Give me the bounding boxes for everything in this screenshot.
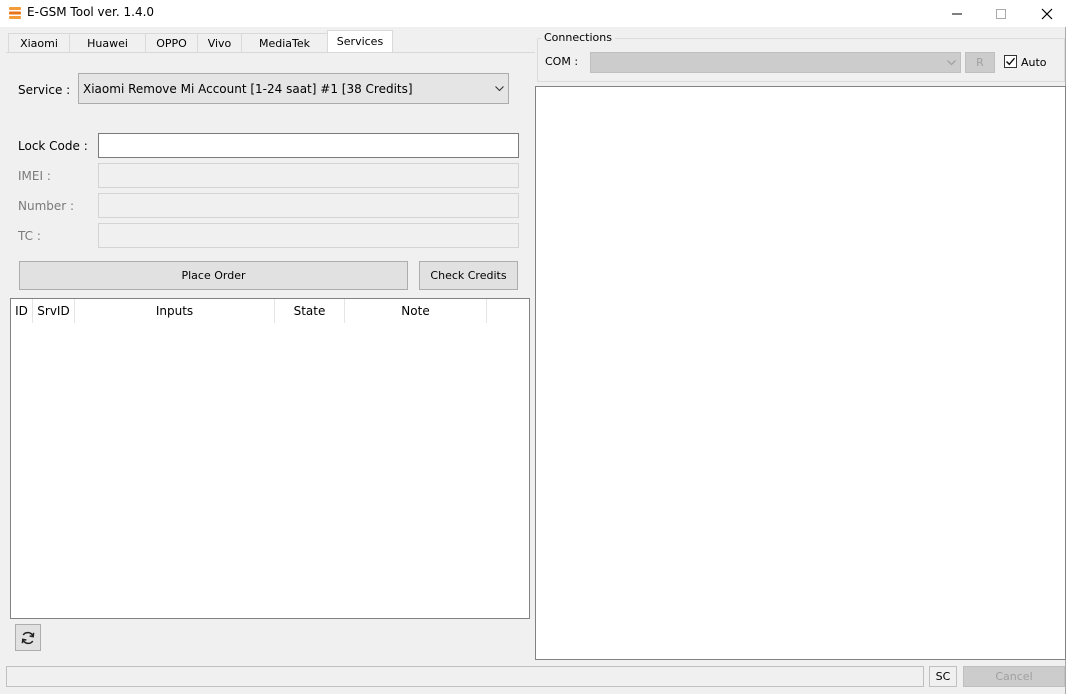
r-button[interactable]: R — [965, 52, 995, 73]
lock-code-label: Lock Code : — [18, 139, 88, 153]
auto-label: Auto — [1021, 56, 1047, 69]
refresh-icon — [21, 631, 35, 644]
app-logo-icon — [9, 7, 21, 19]
imei-input[interactable] — [98, 163, 519, 188]
tab-services[interactable]: Services — [327, 30, 393, 52]
service-select-value: Xiaomi Remove Mi Account [1-24 saat] #1 … — [83, 82, 413, 96]
tab-xiaomi[interactable]: Xiaomi — [8, 33, 70, 52]
tab-label: Vivo — [207, 36, 232, 50]
minimize-button[interactable] — [934, 0, 980, 27]
maximize-button[interactable] — [978, 0, 1024, 27]
close-button[interactable] — [1024, 0, 1070, 27]
tab-mediatek[interactable]: MediaTek — [241, 33, 328, 52]
window-title: E-GSM Tool ver. 1.4.0 — [27, 5, 155, 19]
column-header-note[interactable]: Note — [345, 299, 487, 323]
auto-checkbox[interactable] — [1004, 55, 1017, 68]
column-header-state[interactable]: State — [275, 299, 345, 323]
chevron-down-icon — [947, 60, 956, 66]
close-icon — [1041, 8, 1053, 19]
orders-list[interactable]: ID SrvID Inputs State Note — [10, 298, 530, 619]
service-label: Service : — [18, 83, 71, 97]
connections-group-label: Connections — [541, 31, 615, 44]
checkmark-icon — [1006, 57, 1016, 66]
lock-code-input[interactable] — [98, 133, 519, 158]
check-credits-button[interactable]: Check Credits — [419, 261, 518, 290]
log-output[interactable] — [535, 86, 1066, 660]
column-header-inputs[interactable]: Inputs — [75, 299, 275, 323]
number-input[interactable] — [98, 193, 519, 218]
title-bar: E-GSM Tool ver. 1.4.0 — [0, 0, 1066, 27]
tab-label: Huawei — [87, 36, 128, 50]
tab-huawei[interactable]: Huawei — [69, 33, 146, 52]
service-select[interactable]: Xiaomi Remove Mi Account [1-24 saat] #1 … — [78, 73, 509, 104]
tc-input[interactable] — [98, 223, 519, 248]
number-label: Number : — [18, 199, 75, 213]
tab-label: Services — [336, 35, 384, 48]
chevron-down-icon — [495, 86, 504, 92]
sc-button[interactable]: SC — [929, 666, 957, 687]
cancel-button[interactable]: Cancel — [963, 666, 1065, 687]
column-header-id[interactable]: ID — [11, 299, 33, 323]
imei-label: IMEI : — [18, 169, 51, 183]
com-label: COM : — [545, 55, 579, 68]
place-order-button[interactable]: Place Order — [19, 261, 408, 290]
minimize-icon — [952, 13, 962, 14]
progress-bar — [6, 666, 924, 687]
main-window: E-GSM Tool ver. 1.4.0 Xiaomi Huawei OPPO… — [0, 0, 1066, 694]
tab-label: Xiaomi — [20, 36, 58, 50]
tab-label: OPPO — [156, 36, 187, 50]
tc-label: TC : — [18, 229, 41, 243]
refresh-button[interactable] — [15, 624, 41, 651]
tab-vivo[interactable]: Vivo — [197, 33, 242, 52]
maximize-icon — [996, 8, 1006, 19]
tab-oppo[interactable]: OPPO — [145, 33, 198, 52]
column-header-srvid[interactable]: SrvID — [33, 299, 75, 323]
tab-label: MediaTek — [258, 36, 311, 50]
com-port-select[interactable] — [590, 52, 961, 73]
